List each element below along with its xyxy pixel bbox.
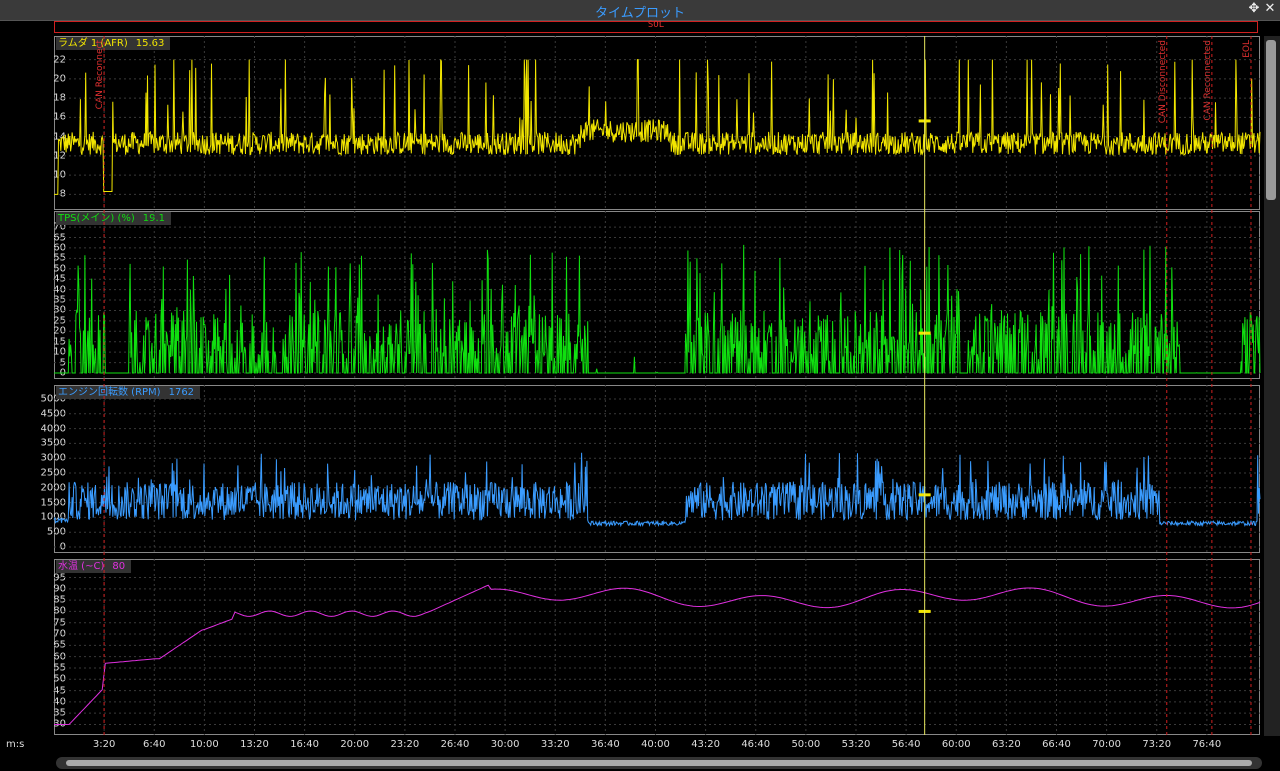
x-tick-label: 56:40 (891, 739, 921, 750)
trace-line-3 (54, 584, 1261, 725)
x-tick-label: 16:40 (290, 739, 320, 750)
x-tick-label: 13:20 (240, 739, 269, 750)
x-tick-label: 50:00 (791, 739, 821, 750)
x-tick-label: 43:20 (691, 739, 721, 750)
x-tick-label: 63:20 (991, 739, 1021, 750)
x-tick-label: 66:40 (1042, 739, 1071, 750)
x-tick-label: 6:40 (143, 739, 166, 750)
x-tick-label: 26:40 (440, 739, 470, 750)
x-tick-label: 40:00 (641, 739, 670, 750)
vertical-scrollbar[interactable] (1264, 36, 1280, 736)
x-tick-label: 33:20 (540, 739, 570, 750)
x-tick-label: 53:20 (841, 739, 871, 750)
x-tick-label: 36:40 (590, 739, 620, 750)
horizontal-scroll-thumb[interactable] (66, 760, 1252, 766)
x-tick-label: 60:00 (941, 739, 971, 750)
time-axis-unit: m:s (6, 739, 25, 750)
x-tick-label: 10:00 (189, 739, 219, 750)
trace-line-2 (53, 452, 1261, 528)
horizontal-scrollbar[interactable] (56, 757, 1262, 769)
x-tick-label: 70:00 (1092, 739, 1122, 750)
time-axis: m:s 3:20 6:40 10:00 13:20 16:40 20:00 23:20 26:… (0, 735, 1264, 755)
x-tick-label: 73:20 (1142, 739, 1172, 750)
x-tick-label: 20:00 (340, 739, 370, 750)
x-tick-label: 3:20 (92, 739, 116, 750)
close-icon[interactable]: ✕ (1262, 1, 1278, 17)
x-tick-label: 76:40 (1192, 739, 1222, 750)
x-tick-label: 46:40 (741, 739, 771, 750)
trace-line-1 (54, 244, 1261, 374)
x-tick-label: 23:20 (390, 739, 420, 750)
cursor-overlay[interactable] (0, 0, 1264, 771)
vertical-scroll-thumb[interactable] (1266, 40, 1276, 200)
trace-line-0 (54, 59, 1261, 195)
x-tick-label: 30:00 (490, 739, 520, 750)
